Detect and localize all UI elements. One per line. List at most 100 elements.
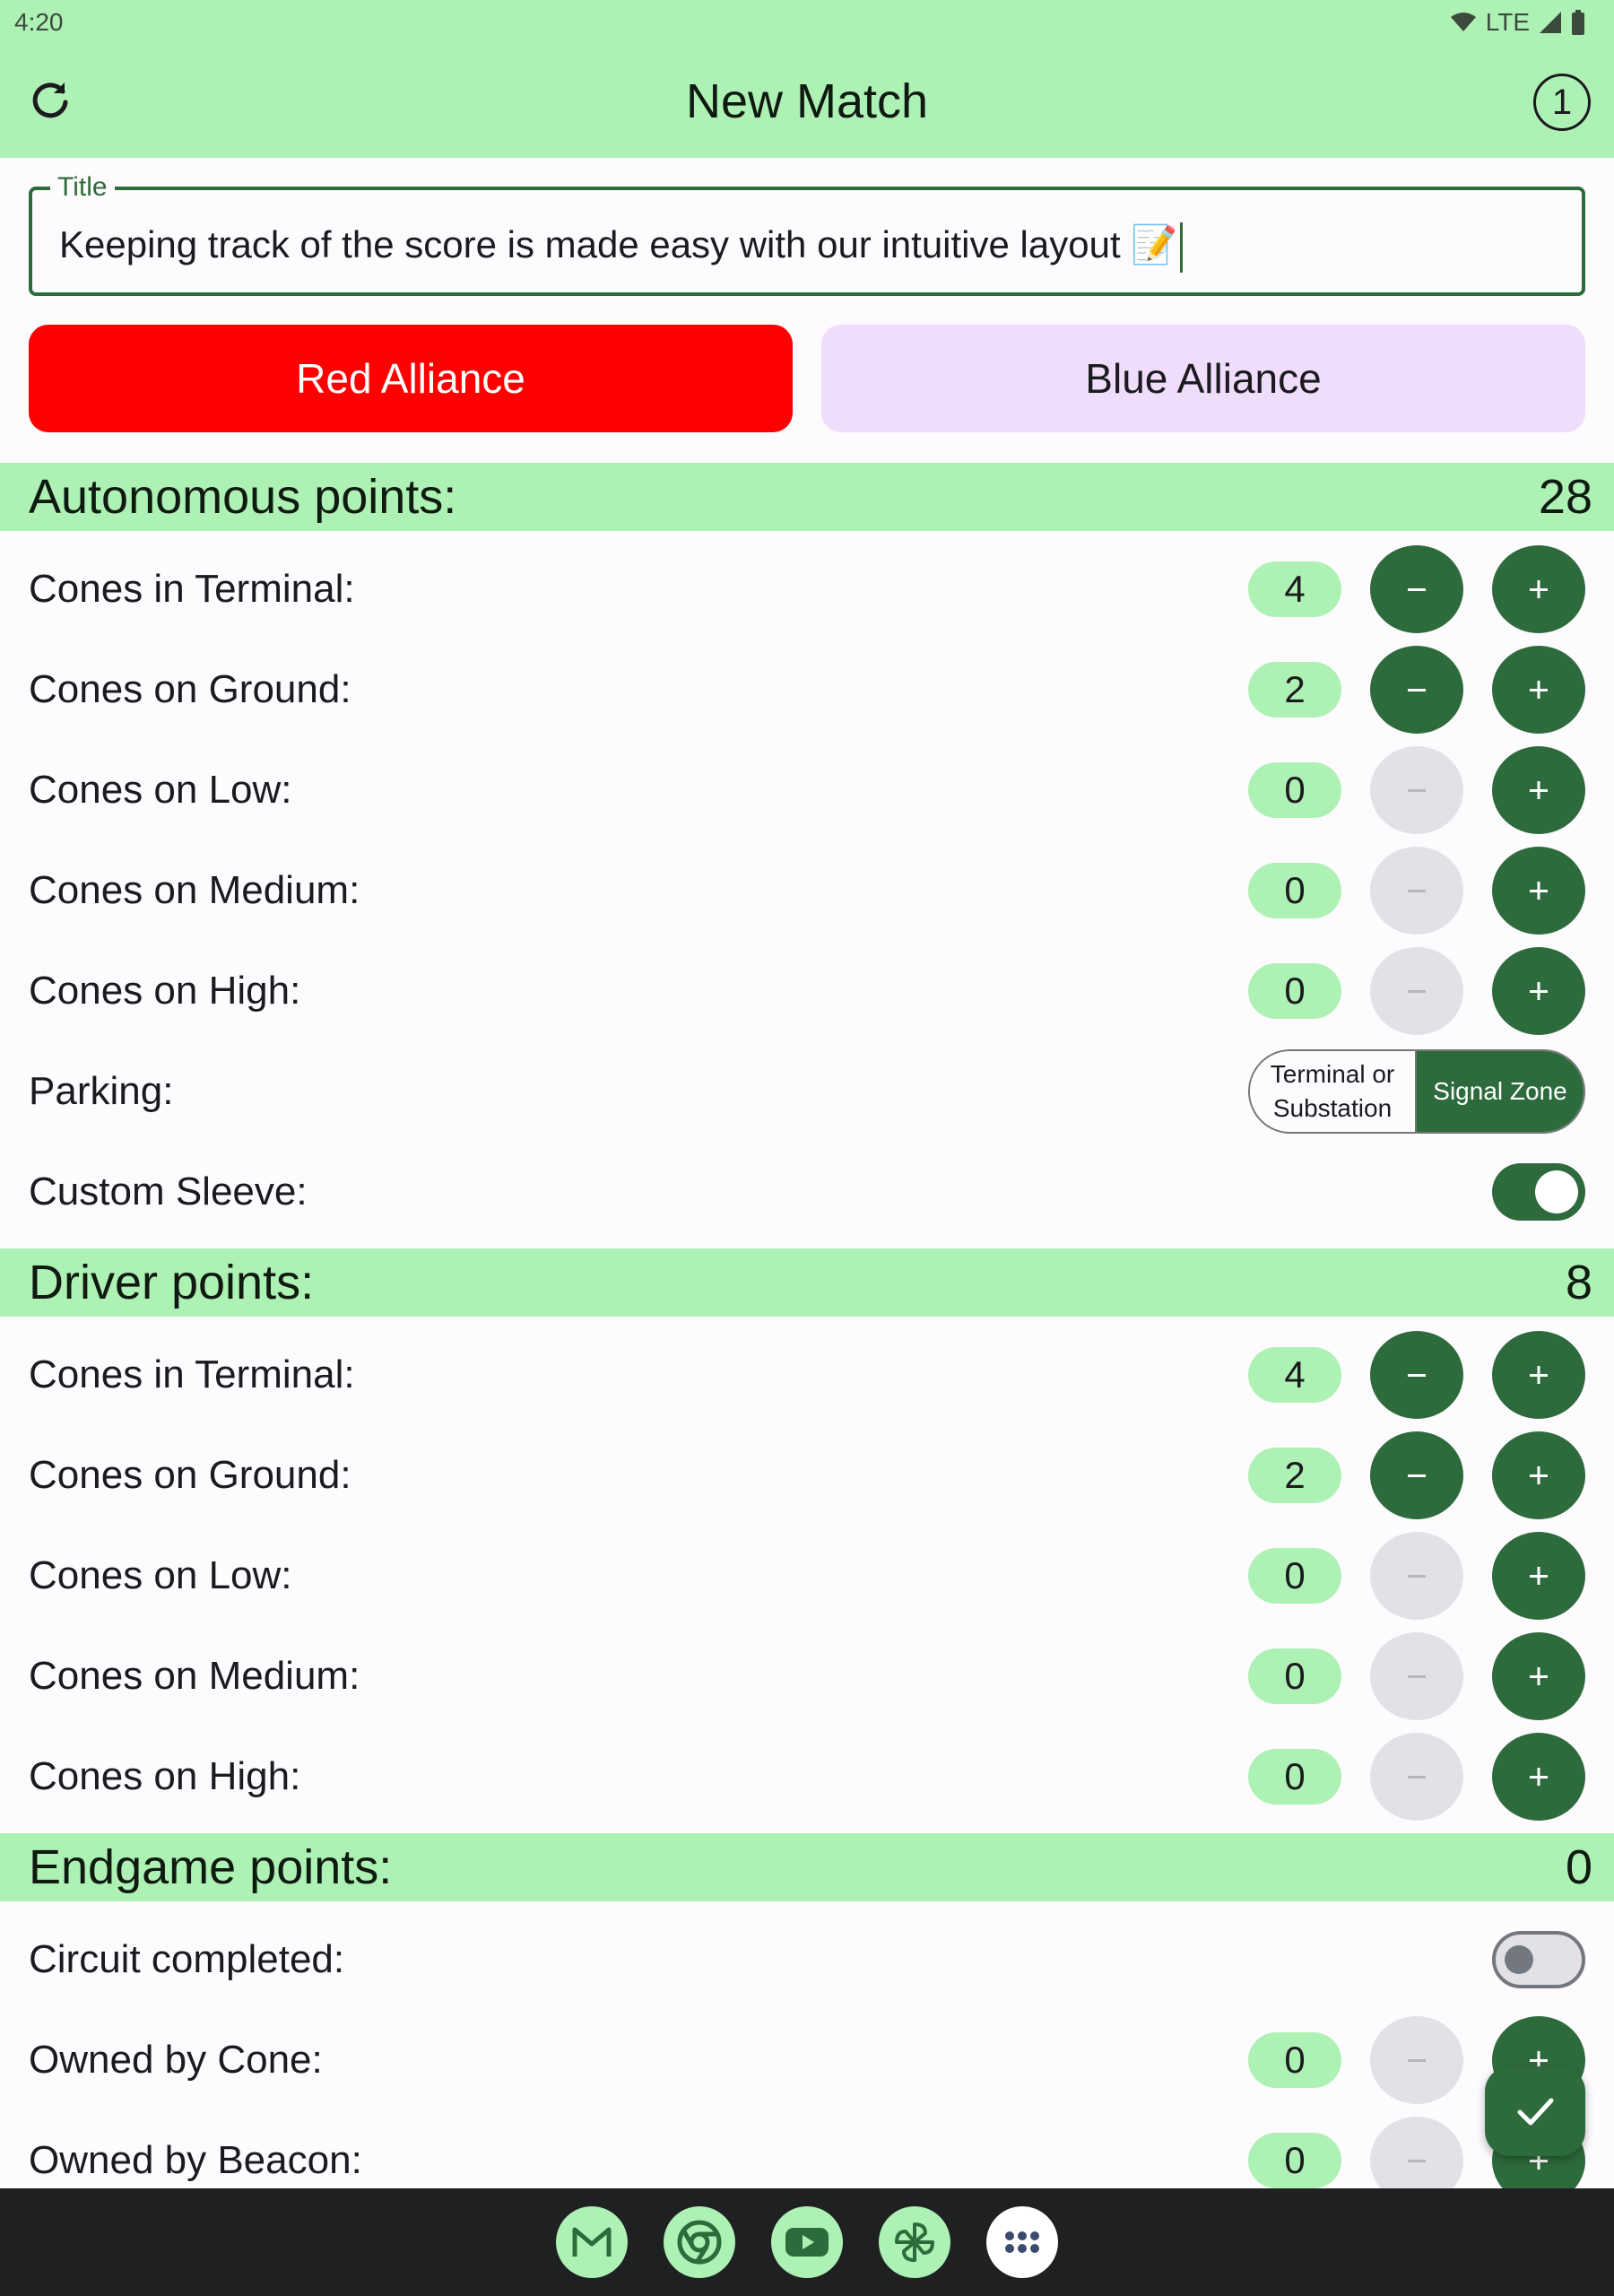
driver-total: 8 xyxy=(1565,1256,1592,1309)
autonomous-total: 28 xyxy=(1538,470,1592,524)
auto-row-cones-low: Cones on Low: 0 xyxy=(0,740,1614,840)
red-alliance-button[interactable]: Red Alliance xyxy=(29,325,793,432)
title-field-text-wrap: Keeping track of the score is made easy … xyxy=(59,222,1183,273)
row-label: Cones on Low: xyxy=(29,1553,292,1597)
title-field-value: Keeping track of the score is made easy … xyxy=(59,223,1178,266)
plus-icon xyxy=(1530,882,1548,900)
decrement-button[interactable] xyxy=(1370,746,1463,834)
switch-knob xyxy=(1505,1945,1533,1974)
decrement-button[interactable] xyxy=(1370,847,1463,935)
increment-button[interactable] xyxy=(1492,1532,1585,1620)
increment-button[interactable] xyxy=(1492,1632,1585,1720)
plus-icon xyxy=(1530,1768,1548,1786)
circuit-completed-switch[interactable] xyxy=(1492,1931,1585,1988)
row-label: Cones on Ground: xyxy=(29,667,351,711)
circuit-label: Circuit completed: xyxy=(29,1937,345,1981)
increment-button[interactable] xyxy=(1492,1733,1585,1821)
auto-row-cones-high: Cones on High: 0 xyxy=(0,941,1614,1041)
minus-icon xyxy=(1408,689,1426,691)
decrement-button[interactable] xyxy=(1370,1733,1463,1821)
minus-icon xyxy=(1408,2160,1426,2162)
row-label: Cones on Low: xyxy=(29,768,292,812)
minus-icon xyxy=(1408,1776,1426,1779)
chrome-icon[interactable] xyxy=(664,2206,735,2278)
app-drawer-icon[interactable] xyxy=(986,2206,1058,2278)
save-match-fab[interactable] xyxy=(1485,2066,1585,2156)
counter-value: 0 xyxy=(1248,1548,1341,1604)
auto-row-custom-sleeve: Custom Sleeve: xyxy=(0,1142,1614,1242)
counter-value: 4 xyxy=(1248,561,1341,617)
custom-sleeve-switch[interactable] xyxy=(1492,1163,1585,1221)
row-label: Cones on High: xyxy=(29,1754,301,1798)
driver-row-cones-terminal: Cones in Terminal: 4 xyxy=(0,1325,1614,1425)
endgame-total: 0 xyxy=(1565,1840,1592,1894)
decrement-button[interactable] xyxy=(1370,1331,1463,1419)
increment-button[interactable] xyxy=(1492,746,1585,834)
counter-value: 0 xyxy=(1248,2133,1341,2188)
plus-icon xyxy=(1530,781,1548,799)
status-bar: 4:20 LTE xyxy=(0,0,1614,45)
parking-segmented-control: Terminal or Substation Signal Zone xyxy=(1248,1049,1585,1134)
driver-row-cones-ground: Cones on Ground: 2 xyxy=(0,1425,1614,1526)
switch-knob xyxy=(1535,1170,1578,1213)
row-label: Cones on Ground: xyxy=(29,1453,351,1497)
plus-icon xyxy=(1530,1366,1548,1384)
increment-button[interactable] xyxy=(1492,1331,1585,1419)
decrement-button[interactable] xyxy=(1370,947,1463,1035)
increment-button[interactable] xyxy=(1492,646,1585,734)
gmail-icon[interactable] xyxy=(556,2206,628,2278)
decrement-button[interactable] xyxy=(1370,545,1463,633)
blue-alliance-button[interactable]: Blue Alliance xyxy=(821,325,1585,432)
decrement-button[interactable] xyxy=(1370,2016,1463,2104)
endgame-row-circuit: Circuit completed: xyxy=(0,1909,1614,2010)
check-icon xyxy=(1517,2098,1554,2126)
counter-value: 2 xyxy=(1248,662,1341,718)
row-label: Owned by Cone: xyxy=(29,2038,323,2082)
plus-icon xyxy=(1530,982,1548,1000)
photos-icon[interactable] xyxy=(879,2206,950,2278)
increment-button[interactable] xyxy=(1492,947,1585,1035)
auto-row-cones-ground: Cones on Ground: 2 xyxy=(0,639,1614,740)
increment-button[interactable] xyxy=(1492,847,1585,935)
auto-row-cones-medium: Cones on Medium: 0 xyxy=(0,840,1614,941)
minus-icon xyxy=(1408,588,1426,591)
parking-label: Parking: xyxy=(29,1069,174,1113)
auto-row-parking: Parking: Terminal or Substation Signal Z… xyxy=(0,1041,1614,1142)
youtube-icon[interactable] xyxy=(771,2206,843,2278)
minus-icon xyxy=(1408,990,1426,993)
title-field-label: Title xyxy=(50,172,115,203)
row-label: Cones on Medium: xyxy=(29,868,360,912)
plus-icon xyxy=(1530,1667,1548,1685)
parking-option-signal-zone[interactable]: Signal Zone xyxy=(1417,1051,1584,1132)
decrement-button[interactable] xyxy=(1370,646,1463,734)
row-label: Cones in Terminal: xyxy=(29,1352,355,1396)
refresh-button[interactable] xyxy=(23,74,77,127)
match-count-badge[interactable]: 1 xyxy=(1533,74,1591,131)
endgame-row-owned-cone: Owned by Cone: 0 xyxy=(0,2010,1614,2110)
minus-icon xyxy=(1408,1374,1426,1377)
minus-icon xyxy=(1408,1575,1426,1578)
decrement-button[interactable] xyxy=(1370,1532,1463,1620)
minus-icon xyxy=(1408,1675,1426,1678)
row-label: Owned by Beacon: xyxy=(29,2138,362,2182)
row-label: Cones on High: xyxy=(29,969,301,1013)
driver-section-header: Driver points: 8 xyxy=(0,1248,1614,1317)
battery-icon xyxy=(1572,10,1584,35)
driver-row-cones-low: Cones on Low: 0 xyxy=(0,1526,1614,1626)
endgame-title: Endgame points: xyxy=(29,1840,393,1894)
app-bar: New Match 1 xyxy=(0,45,1614,158)
increment-button[interactable] xyxy=(1492,545,1585,633)
decrement-button[interactable] xyxy=(1370,1431,1463,1519)
minus-icon xyxy=(1408,789,1426,792)
plus-icon xyxy=(1530,1466,1548,1484)
plus-icon xyxy=(1530,580,1548,598)
signal-icon xyxy=(1540,12,1561,33)
title-field[interactable]: Title Keeping track of the score is made… xyxy=(29,172,1585,296)
increment-button[interactable] xyxy=(1492,1431,1585,1519)
status-time: 4:20 xyxy=(14,8,64,36)
parking-option-terminal[interactable]: Terminal or Substation xyxy=(1250,1051,1417,1132)
counter-value: 0 xyxy=(1248,2032,1341,2088)
decrement-button[interactable] xyxy=(1370,1632,1463,1720)
counter-value: 2 xyxy=(1248,1448,1341,1503)
counter-value: 0 xyxy=(1248,762,1341,818)
